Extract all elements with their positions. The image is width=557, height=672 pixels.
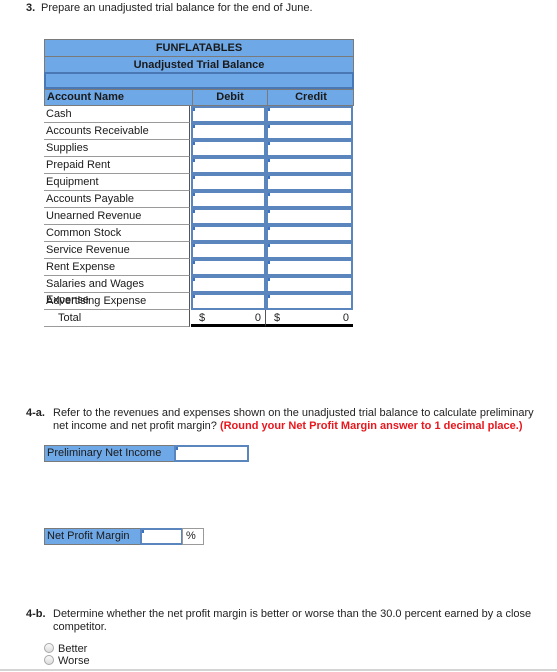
debit-input[interactable]: [191, 225, 266, 242]
account-row: Unearned Revenue: [44, 208, 354, 225]
column-header-row: Account Name Debit Credit: [44, 89, 354, 106]
percent-unit: %: [182, 528, 204, 545]
account-name: Cash: [44, 106, 190, 123]
account-row: Cash: [44, 106, 354, 123]
credit-input[interactable]: [266, 140, 353, 157]
column-header-debit: Debit: [192, 90, 267, 105]
column-header-credit: Credit: [267, 90, 354, 105]
net-income-label: Preliminary Net Income: [44, 445, 175, 462]
currency-symbol: $: [274, 312, 281, 324]
debit-input[interactable]: [191, 293, 266, 310]
account-name: Prepaid Rent: [44, 157, 190, 174]
account-row: Rent Expense: [44, 259, 354, 276]
question-number: 4-a.: [26, 407, 45, 419]
account-name: Advertising Expense: [44, 293, 190, 310]
account-row: Supplies: [44, 140, 354, 157]
account-row: Prepaid Rent: [44, 157, 354, 174]
net-income-input[interactable]: [174, 445, 249, 462]
credit-input[interactable]: [266, 225, 353, 242]
debit-input[interactable]: [191, 208, 266, 225]
question-3: 3. Prepare an unadjusted trial balance fo…: [26, 2, 313, 15]
option-worse[interactable]: Worse: [44, 655, 90, 667]
question-text-line1: Refer to the revenues and expenses shown…: [53, 407, 534, 419]
company-name: FUNFLATABLES: [44, 39, 354, 56]
option-better[interactable]: Better: [44, 643, 87, 655]
account-name: Service Revenue: [44, 242, 190, 259]
account-row: Common Stock: [44, 225, 354, 242]
question-text: Prepare an unadjusted trial balance for …: [41, 2, 313, 14]
credit-input[interactable]: [266, 174, 353, 191]
question-number: 3.: [26, 2, 36, 14]
account-row: Salaries and Wages Expense: [44, 276, 354, 306]
debit-input[interactable]: [191, 106, 266, 123]
credit-input[interactable]: [266, 242, 353, 259]
date-input[interactable]: [44, 72, 354, 89]
account-name: Supplies: [44, 140, 190, 157]
divider: [0, 669, 557, 671]
question-text-line2: competitor.: [53, 621, 107, 633]
account-row: Service Revenue: [44, 242, 354, 259]
credit-input[interactable]: [266, 293, 353, 310]
account-name: Salaries and Wages Expense: [44, 276, 190, 306]
debit-input[interactable]: [191, 157, 266, 174]
radio-button[interactable]: [44, 655, 54, 665]
account-name: Unearned Revenue: [44, 208, 190, 225]
account-name: Accounts Receivable: [44, 123, 190, 140]
credit-input[interactable]: [266, 106, 353, 123]
account-name: Common Stock: [44, 225, 190, 242]
credit-input[interactable]: [266, 123, 353, 140]
debit-input[interactable]: [191, 259, 266, 276]
column-header-account: Account Name: [47, 91, 125, 103]
total-row: Total $ 0 $ 0: [44, 310, 354, 327]
credit-input[interactable]: [266, 208, 353, 225]
option-label: Worse: [58, 655, 90, 667]
debit-input[interactable]: [191, 191, 266, 208]
total-credit: $ 0: [266, 310, 353, 327]
rounding-instruction: (Round your Net Profit Margin answer to …: [219, 420, 523, 432]
account-row: Accounts Payable: [44, 191, 354, 208]
account-row: Accounts Receivable: [44, 123, 354, 140]
question-number: 4-b.: [26, 608, 46, 620]
credit-input[interactable]: [266, 157, 353, 174]
account-name: Rent Expense: [44, 259, 190, 276]
option-label: Better: [58, 643, 88, 655]
credit-input[interactable]: [266, 191, 353, 208]
credit-input[interactable]: [266, 259, 353, 276]
account-name: Accounts Payable: [44, 191, 190, 208]
profit-margin-label: Net Profit Margin: [44, 528, 141, 545]
radio-button[interactable]: [44, 643, 54, 653]
question-4b: 4-b. Determine whether the net profit mar…: [26, 608, 531, 634]
account-name: Equipment: [44, 174, 190, 191]
account-row: Equipment: [44, 174, 354, 191]
credit-input[interactable]: [266, 276, 353, 293]
account-row: Advertising Expense: [44, 293, 354, 310]
total-debit-amount: 0: [254, 312, 261, 324]
debit-input[interactable]: [191, 276, 266, 293]
question-4a: 4-a. Refer to the revenues and expenses s…: [26, 407, 534, 433]
debit-input[interactable]: [191, 242, 266, 259]
question-text-line2: net income and net profit margin?: [53, 420, 217, 432]
total-debit: $ 0: [191, 310, 266, 327]
debit-input[interactable]: [191, 140, 266, 157]
total-credit-amount: 0: [342, 312, 349, 324]
currency-symbol: $: [199, 312, 206, 324]
question-text-line1: Determine whether the net profit margin …: [53, 608, 532, 620]
debit-input[interactable]: [191, 174, 266, 191]
debit-input[interactable]: [191, 123, 266, 140]
total-label: Total: [44, 310, 190, 327]
statement-title: Unadjusted Trial Balance: [44, 56, 354, 73]
profit-margin-input[interactable]: [140, 528, 183, 545]
